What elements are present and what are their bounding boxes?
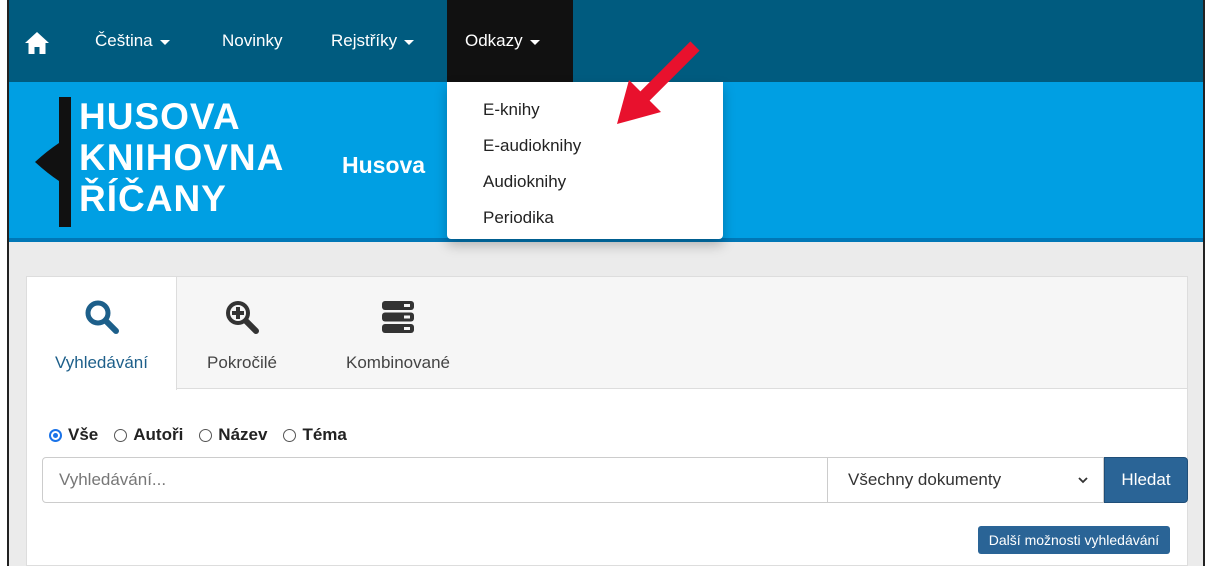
nav-language[interactable]: Čeština bbox=[77, 0, 188, 82]
radio-all[interactable]: Vše bbox=[49, 425, 98, 445]
menu-item-periodicals[interactable]: Periodika bbox=[447, 200, 723, 236]
radio-label: Vše bbox=[68, 425, 99, 444]
radio-button[interactable] bbox=[49, 428, 62, 442]
library-logo[interactable]: HUSOVA KNIHOVNA ŘÍČANY bbox=[79, 96, 284, 219]
nav-registers-label: Rejstříky bbox=[331, 31, 398, 50]
logo-line: KNIHOVNA bbox=[79, 137, 285, 178]
nav-links-label: Odkazy bbox=[465, 31, 523, 50]
radio-button[interactable] bbox=[199, 428, 213, 442]
tab-label: Pokročilé bbox=[207, 353, 277, 372]
search-scope-radios: Vše Autoři Název Téma bbox=[49, 425, 363, 445]
radio-label: Autoři bbox=[133, 425, 184, 444]
caret-down-icon bbox=[529, 39, 540, 45]
tab-label: Vyhledávání bbox=[55, 353, 148, 372]
nav-language-label: Čeština bbox=[95, 31, 153, 50]
radio-label: Název bbox=[218, 425, 268, 444]
zoom-in-icon bbox=[226, 301, 259, 334]
nav-news-label: Novinky bbox=[222, 31, 283, 50]
search-tabs: Vyhledávání Pokročilé Kombinované bbox=[27, 277, 1187, 390]
search-input[interactable] bbox=[42, 457, 828, 503]
search-row: Všechny dokumenty Hledat bbox=[42, 457, 1188, 503]
home-button[interactable] bbox=[17, 26, 57, 60]
home-icon bbox=[25, 32, 49, 54]
tab-advanced-search[interactable]: Pokročilé bbox=[177, 277, 307, 389]
radio-subject[interactable]: Téma bbox=[283, 425, 347, 445]
logo-bracket-icon bbox=[35, 97, 71, 227]
chevron-down-icon bbox=[1078, 477, 1088, 484]
logo-line: ŘÍČANY bbox=[79, 178, 227, 219]
banner-title: Husova bbox=[342, 152, 426, 178]
search-button[interactable]: Hledat bbox=[1104, 457, 1188, 503]
more-search-options-button[interactable]: Další možnosti vyhledávání bbox=[978, 526, 1170, 554]
tab-label: Kombinované bbox=[346, 353, 450, 372]
tab-basic-search[interactable]: Vyhledávání bbox=[27, 277, 177, 390]
document-type-select[interactable]: Všechny dokumenty bbox=[827, 457, 1104, 503]
menu-item-audiobooks[interactable]: Audioknihy bbox=[447, 164, 723, 200]
browser-frame: Čeština Novinky Rejstříky Odkazy HUSOVA … bbox=[7, 0, 1205, 566]
nav-news[interactable]: Novinky bbox=[204, 0, 300, 82]
radio-authors[interactable]: Autoři bbox=[114, 425, 183, 445]
red-arrow-annotation bbox=[617, 41, 700, 124]
caret-down-icon bbox=[404, 39, 415, 45]
radio-button[interactable] bbox=[283, 428, 297, 442]
nav-links[interactable]: Odkazy bbox=[447, 0, 573, 82]
radio-button[interactable] bbox=[114, 428, 128, 442]
radio-label: Téma bbox=[302, 425, 347, 444]
logo-line: HUSOVA bbox=[79, 96, 241, 137]
search-icon bbox=[85, 300, 119, 334]
caret-down-icon bbox=[159, 39, 170, 45]
radio-title[interactable]: Název bbox=[199, 425, 267, 445]
top-navbar: Čeština Novinky Rejstříky Odkazy bbox=[9, 0, 1203, 82]
search-panel: Vyhledávání Pokročilé Kombinované Vše Au… bbox=[26, 276, 1188, 566]
nav-registers[interactable]: Rejstříky bbox=[313, 0, 432, 82]
tab-combined-search[interactable]: Kombinované bbox=[317, 277, 479, 389]
menu-item-eaudiobooks[interactable]: E-audioknihy bbox=[447, 128, 723, 164]
server-stack-icon bbox=[382, 301, 414, 333]
select-value: Všechny dokumenty bbox=[848, 470, 1002, 489]
